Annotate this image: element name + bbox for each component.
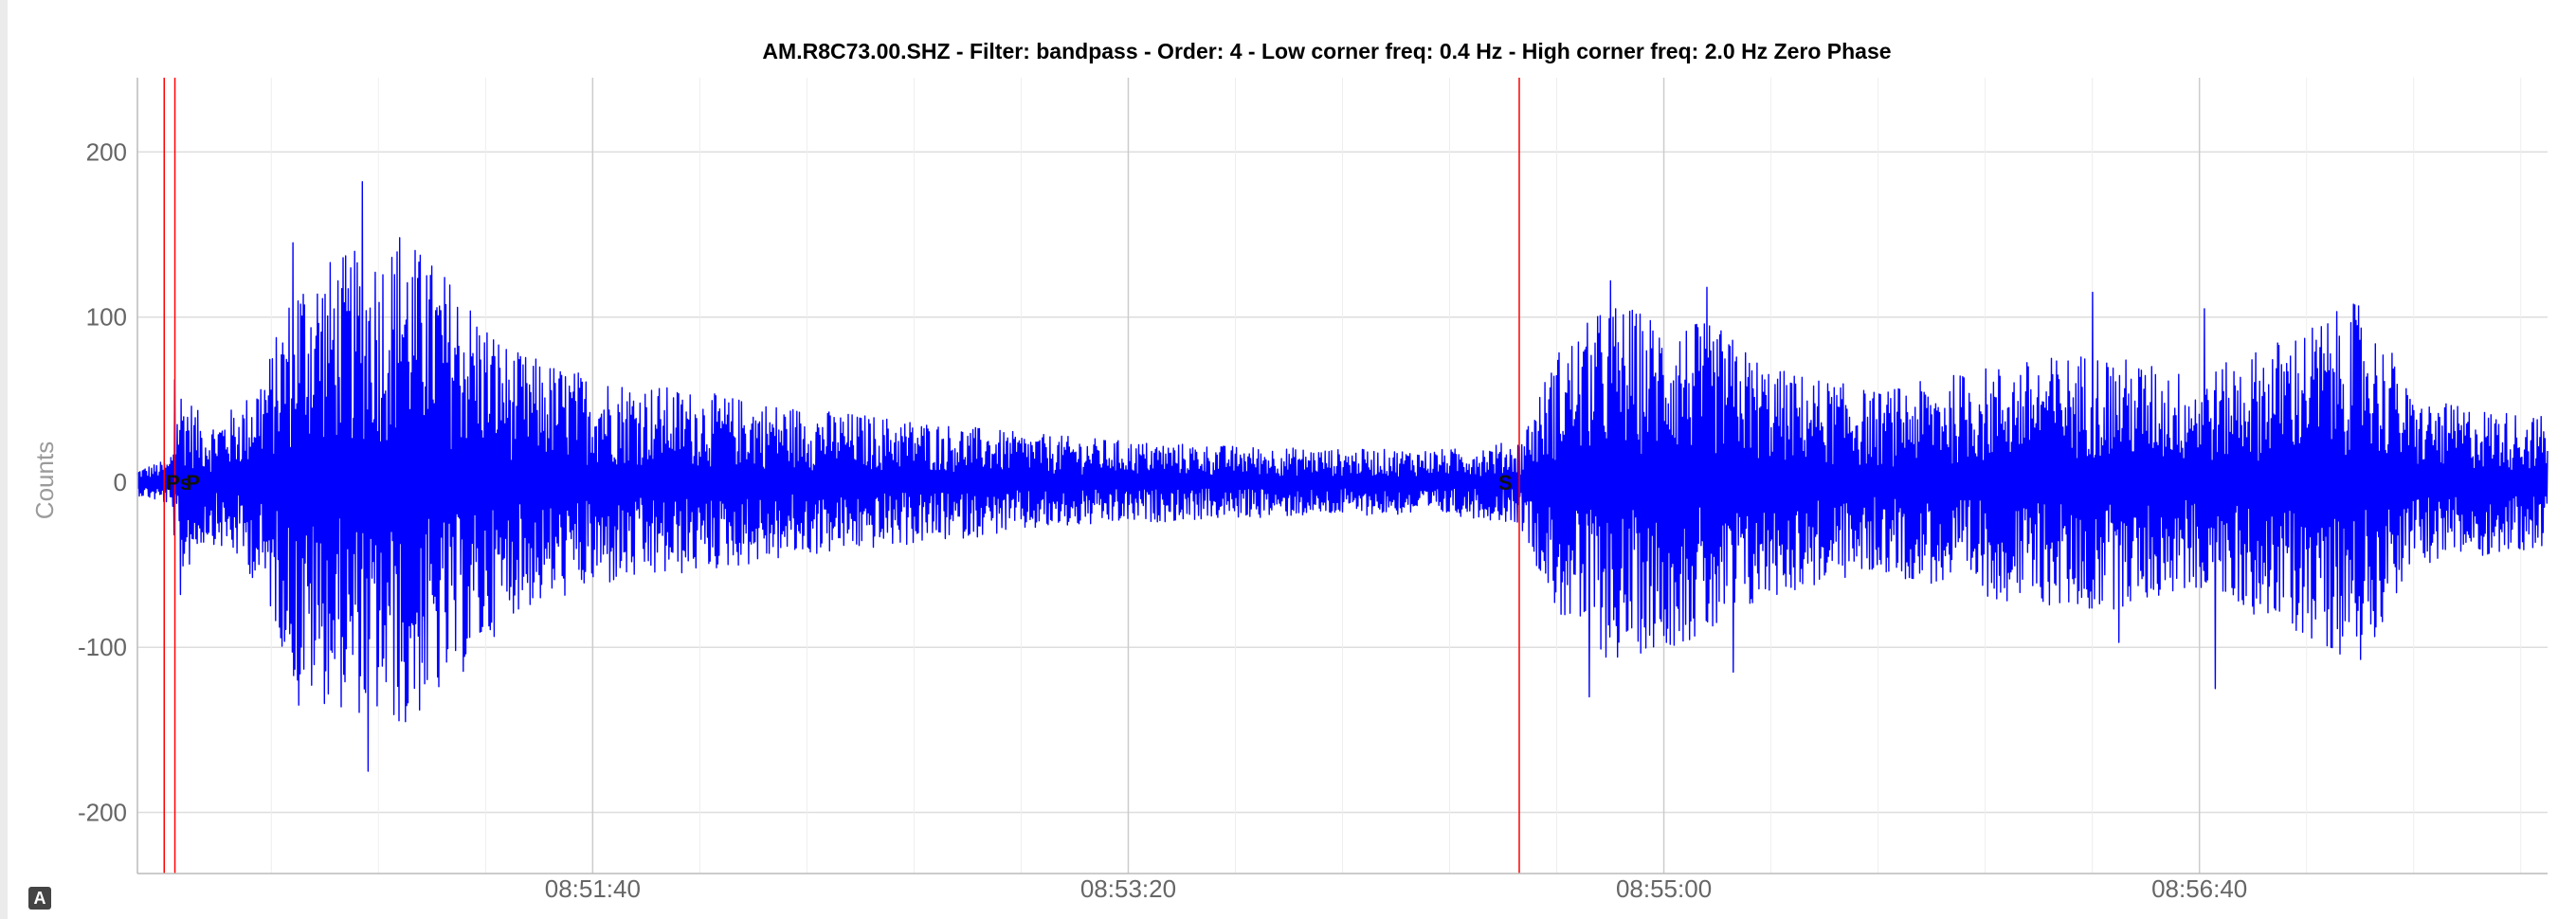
y-tick-label: 200 [86,137,127,166]
y-tick-label: 0 [114,468,127,496]
chart-title: AM.R8C73.00.SHZ - Filter: bandpass - Ord… [762,39,1891,63]
phase-label: S [1498,471,1513,495]
x-tick-label: 08:55:00 [1616,874,1712,903]
y-tick-label: 100 [86,303,127,332]
x-tick-label: 08:56:40 [2151,874,2247,903]
annotation-badge[interactable]: A [28,887,51,910]
chart-canvas: AM.R8C73.00.SHZ - Filter: bandpass - Ord… [30,39,2549,903]
y-axis-label: Counts [30,441,59,519]
phase-label: P [187,471,201,495]
x-tick-labels: 08:51:40 08:53:20 08:55:00 08:56:40 [545,874,2248,903]
seismogram-chart: AM.R8C73.00.SHZ - Filter: bandpass - Ord… [0,0,2576,919]
y-tick-label: -100 [78,633,127,661]
y-tick-labels: 200 100 0 -100 -200 [78,137,127,826]
x-tick-label: 08:53:20 [1080,874,1176,903]
x-tick-label: 08:51:40 [545,874,641,903]
y-tick-label: -200 [78,799,127,827]
